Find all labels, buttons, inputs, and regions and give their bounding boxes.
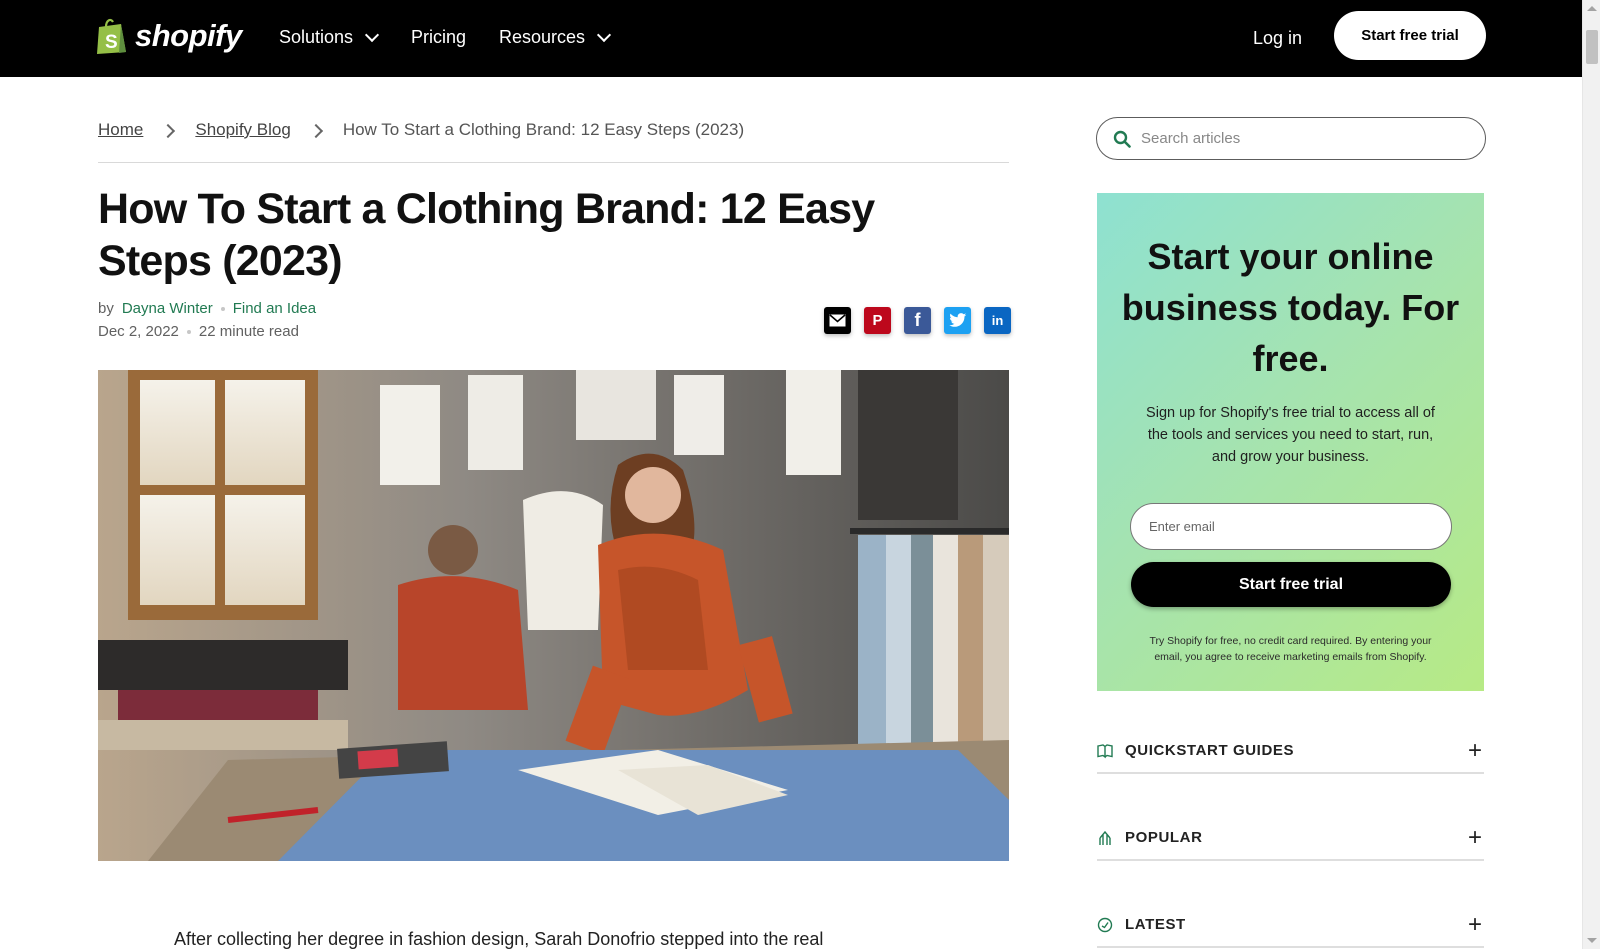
nav-pricing-label: Pricing — [411, 27, 467, 47]
search-icon — [1113, 130, 1131, 148]
nav-resources[interactable]: Resources — [499, 27, 612, 48]
breadcrumb-home[interactable]: Home — [98, 120, 143, 140]
plus-icon[interactable]: + — [1468, 913, 1482, 937]
top-navigation: S shopify Solutions Pricing Resources Lo… — [0, 0, 1582, 77]
facebook-icon[interactable]: f — [904, 307, 931, 334]
linkedin-icon[interactable]: in — [984, 307, 1011, 334]
start-free-trial-button[interactable]: Start free trial — [1334, 11, 1486, 60]
scroll-down-arrow-icon[interactable] — [1587, 938, 1597, 943]
separator-dot — [220, 306, 225, 311]
email-icon[interactable] — [824, 307, 851, 334]
read-time: 22 minute read — [198, 323, 299, 340]
hero-image — [98, 370, 1009, 861]
article-title: How To Start a Clothing Brand: 12 Easy S… — [98, 185, 875, 285]
svg-text:S: S — [105, 32, 118, 53]
promo-title: Start your online business today. For fr… — [1121, 236, 1460, 379]
by-label: by — [98, 300, 114, 317]
separator-dot — [186, 329, 191, 334]
plus-icon[interactable]: + — [1468, 826, 1482, 850]
nav-resources-label: Resources — [499, 27, 586, 47]
author-link[interactable]: Dayna Winter — [122, 300, 213, 317]
shopify-bag-icon: S — [97, 18, 126, 54]
login-link[interactable]: Log in — [1253, 28, 1302, 49]
chevron-down-icon — [596, 27, 612, 43]
breadcrumb: Home Shopify Blog How To Start a Clothin… — [98, 120, 1009, 163]
breadcrumb-blog[interactable]: Shopify Blog — [195, 120, 290, 140]
book-icon — [1097, 744, 1113, 759]
trending-icon — [1099, 830, 1111, 845]
shopify-logo[interactable]: S shopify — [95, 17, 242, 55]
chevron-right-icon — [308, 123, 323, 139]
breadcrumb-current: How To Start a Clothing Brand: 12 Easy S… — [342, 120, 745, 139]
scroll-thumb[interactable] — [1586, 30, 1598, 64]
accordion-quickstart[interactable]: QUICKSTART GUIDES + — [1097, 739, 1484, 774]
promo-fine-print: Try Shopify for free, no credit card req… — [1149, 635, 1432, 663]
email-input[interactable] — [1149, 519, 1439, 534]
logo-text: shopify — [135, 18, 242, 53]
accordion-label: POPULAR — [1125, 829, 1203, 846]
scrollbar[interactable] — [1582, 0, 1600, 949]
article-byline: by Dayna Winter Find an Idea — [98, 300, 316, 317]
hero-illustration — [98, 370, 1009, 861]
nav-solutions-label: Solutions — [279, 27, 354, 47]
category-link[interactable]: Find an Idea — [233, 300, 316, 317]
accordion-popular[interactable]: POPULAR + — [1097, 826, 1484, 861]
search-input[interactable] — [1141, 130, 1461, 147]
signup-promo: Start your online business today. For fr… — [1097, 193, 1484, 691]
email-field[interactable] — [1130, 503, 1452, 550]
nav-solutions[interactable]: Solutions — [279, 27, 380, 48]
search-box[interactable] — [1096, 117, 1486, 160]
promo-description: Sign up for Shopify's free trial to acce… — [1146, 405, 1435, 465]
accordion-latest[interactable]: LATEST + — [1097, 913, 1484, 948]
share-buttons: P f in — [824, 307, 1011, 334]
nav-pricing[interactable]: Pricing — [411, 27, 466, 48]
accordion-label: QUICKSTART GUIDES — [1125, 742, 1295, 759]
accordion-label: LATEST — [1125, 916, 1186, 933]
publish-date: Dec 2, 2022 — [98, 323, 179, 340]
article-meta: Dec 2, 2022 22 minute read — [98, 323, 299, 340]
chevron-right-icon — [161, 123, 176, 139]
pinterest-icon[interactable]: P — [864, 307, 891, 334]
scroll-up-arrow-icon[interactable] — [1587, 6, 1597, 11]
article-first-line: After collecting her degree in fashion d… — [174, 929, 824, 949]
plus-icon[interactable]: + — [1468, 739, 1482, 763]
twitter-icon[interactable] — [944, 307, 971, 334]
clock-icon — [1097, 917, 1113, 933]
promo-start-trial-button[interactable]: Start free trial — [1131, 562, 1451, 607]
chevron-down-icon — [364, 27, 380, 43]
